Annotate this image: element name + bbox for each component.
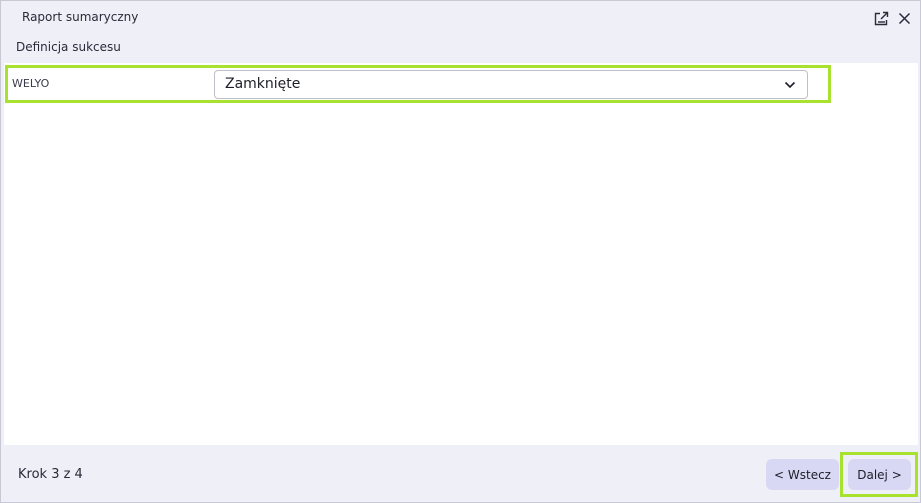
pop-out-icon [874,11,888,25]
section-title: Definicja sukcesu [16,40,121,54]
dialog-title: Raport sumaryczny [22,10,139,24]
next-button[interactable]: Dalej > [848,459,911,490]
select-value: Zamknięte [225,76,301,92]
report-dialog: Raport sumaryczny Definicja sukcesu WELY… [0,0,921,503]
close-icon [898,12,910,24]
content-area: WELYO Zamknięte [4,63,918,445]
close-button[interactable] [895,9,913,27]
dialog-footer: Krok 3 z 4 < Wstecz Dalej > [1,445,920,502]
chevron-down-icon [784,81,796,89]
field-label: WELYO [12,77,50,90]
title-bar: Raport sumaryczny [1,1,920,35]
field-row-welyo: WELYO Zamknięte [5,65,831,103]
pop-out-button[interactable] [872,9,890,27]
back-button[interactable]: < Wstecz [766,459,839,490]
step-indicator: Krok 3 z 4 [18,467,83,482]
status-select[interactable]: Zamknięte [214,70,808,99]
